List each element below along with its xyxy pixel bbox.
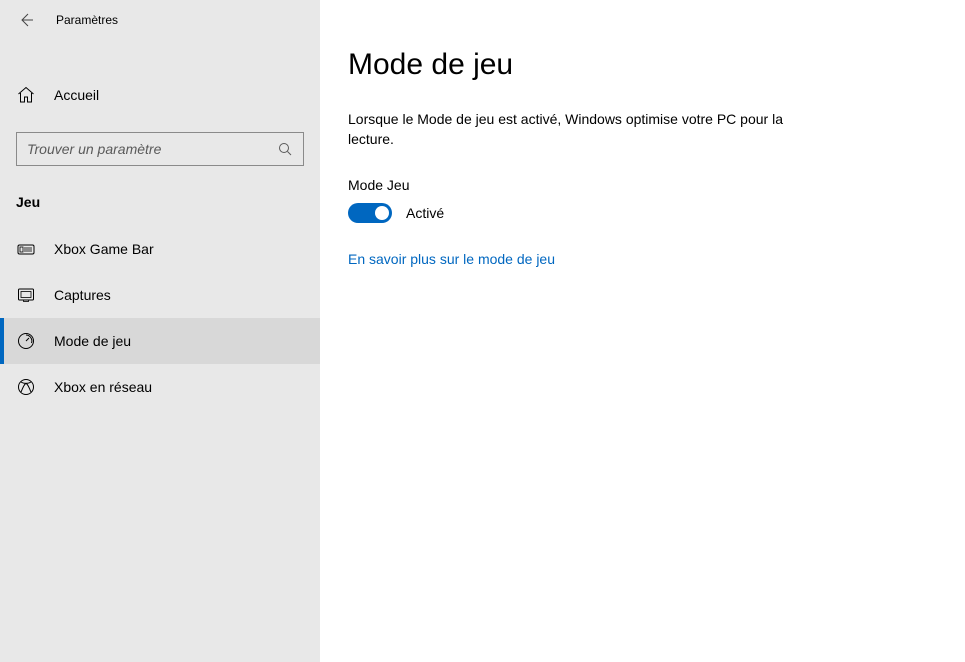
home-label: Accueil <box>54 87 99 103</box>
captures-icon <box>16 286 36 304</box>
page-description: Lorsque le Mode de jeu est activé, Windo… <box>348 110 808 149</box>
toggle-row: Activé <box>348 203 937 223</box>
game-bar-icon <box>16 240 36 258</box>
sidebar-section-label: Jeu <box>0 194 320 210</box>
sidebar-item-label: Mode de jeu <box>54 333 131 349</box>
game-mode-toggle[interactable] <box>348 203 392 223</box>
toggle-label: Mode Jeu <box>348 177 937 193</box>
home-icon <box>16 86 36 104</box>
sidebar-header: Paramètres <box>0 0 320 40</box>
main-content: Mode de jeu Lorsque le Mode de jeu est a… <box>320 0 965 662</box>
window-title: Paramètres <box>56 13 118 27</box>
xbox-network-icon <box>16 378 36 396</box>
search-container <box>0 132 320 166</box>
game-mode-icon <box>16 332 36 350</box>
sidebar-item-xbox-game-bar[interactable]: Xbox Game Bar <box>0 226 320 272</box>
toggle-state-label: Activé <box>406 205 444 221</box>
sidebar-home[interactable]: Accueil <box>0 76 320 114</box>
search-input[interactable] <box>27 141 277 157</box>
sidebar-item-xbox-network[interactable]: Xbox en réseau <box>0 364 320 410</box>
sidebar-item-game-mode[interactable]: Mode de jeu <box>0 318 320 364</box>
page-title: Mode de jeu <box>348 48 937 82</box>
sidebar-item-label: Xbox Game Bar <box>54 241 154 257</box>
sidebar-item-captures[interactable]: Captures <box>0 272 320 318</box>
sidebar-item-label: Captures <box>54 287 111 303</box>
sidebar-item-label: Xbox en réseau <box>54 379 152 395</box>
toggle-thumb <box>375 206 389 220</box>
search-box[interactable] <box>16 132 304 166</box>
back-arrow-icon <box>18 12 34 28</box>
search-icon <box>277 141 293 157</box>
sidebar: Paramètres Accueil Jeu <box>0 0 320 662</box>
learn-more-link[interactable]: En savoir plus sur le mode de jeu <box>348 251 937 267</box>
back-button[interactable] <box>16 10 36 30</box>
